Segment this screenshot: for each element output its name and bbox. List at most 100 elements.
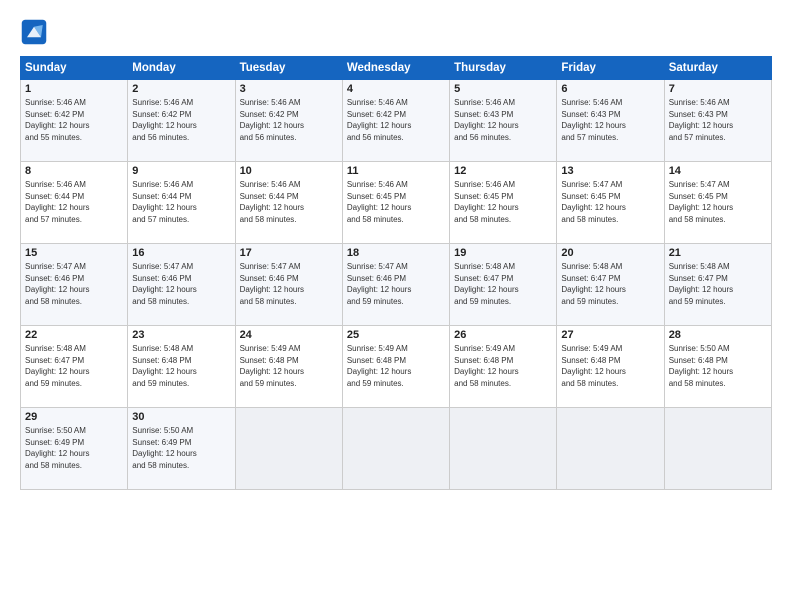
calendar-day-cell: 14 Sunrise: 5:47 AMSunset: 6:45 PMDayligh… [664,162,771,244]
calendar-body: 1 Sunrise: 5:46 AMSunset: 6:42 PMDaylight… [21,80,772,490]
day-number: 11 [347,165,445,177]
day-number: 23 [132,329,230,341]
day-info: Sunrise: 5:49 AMSunset: 6:48 PMDaylight:… [454,343,552,389]
calendar-day-cell: 23 Sunrise: 5:48 AMSunset: 6:48 PMDayligh… [128,326,235,408]
calendar-header-row: SundayMondayTuesdayWednesdayThursdayFrid… [21,57,772,80]
day-number: 16 [132,247,230,259]
day-number: 29 [25,411,123,423]
day-info: Sunrise: 5:48 AMSunset: 6:48 PMDaylight:… [132,343,230,389]
day-info: Sunrise: 5:50 AMSunset: 6:49 PMDaylight:… [25,425,123,471]
day-info: Sunrise: 5:46 AMSunset: 6:45 PMDaylight:… [347,179,445,225]
day-number: 25 [347,329,445,341]
day-info: Sunrise: 5:48 AMSunset: 6:47 PMDaylight:… [669,261,767,307]
day-number: 21 [669,247,767,259]
day-info: Sunrise: 5:46 AMSunset: 6:44 PMDaylight:… [240,179,338,225]
day-number: 7 [669,83,767,95]
day-info: Sunrise: 5:46 AMSunset: 6:44 PMDaylight:… [25,179,123,225]
calendar-day-cell: 1Sunrise: 5:46 AMSunset: 6:42 PMDaylight… [21,80,128,162]
day-info: Sunrise: 5:49 AMSunset: 6:48 PMDaylight:… [240,343,338,389]
calendar-day-cell [664,408,771,490]
calendar-week-row: 29 Sunrise: 5:50 AMSunset: 6:49 PMDayligh… [21,408,772,490]
day-info: Sunrise: 5:50 AMSunset: 6:49 PMDaylight:… [132,425,230,471]
calendar-week-row: 22 Sunrise: 5:48 AMSunset: 6:47 PMDayligh… [21,326,772,408]
day-info: Sunrise: 5:46 AMSunset: 6:42 PMDaylight:… [132,97,230,143]
day-number: 22 [25,329,123,341]
day-info: Sunrise: 5:46 AMSunset: 6:45 PMDaylight:… [454,179,552,225]
day-info: Sunrise: 5:47 AMSunset: 6:45 PMDaylight:… [669,179,767,225]
day-number: 26 [454,329,552,341]
calendar-day-cell: 3 Sunrise: 5:46 AMSunset: 6:42 PMDaylight… [235,80,342,162]
calendar-weekday: Monday [128,57,235,80]
calendar-day-cell [557,408,664,490]
logo-icon [20,18,48,46]
calendar-day-cell: 21 Sunrise: 5:48 AMSunset: 6:47 PMDayligh… [664,244,771,326]
calendar-table: SundayMondayTuesdayWednesdayThursdayFrid… [20,56,772,490]
calendar-day-cell: 29 Sunrise: 5:50 AMSunset: 6:49 PMDayligh… [21,408,128,490]
header [20,18,772,46]
calendar-day-cell: 28 Sunrise: 5:50 AMSunset: 6:48 PMDayligh… [664,326,771,408]
calendar-week-row: 1 Sunrise: 5:46 AMSunset: 6:42 PMDaylight… [21,80,772,162]
calendar-day-cell: 18Sunrise: 5:47 AMSunset: 6:46 PMDayligh… [342,244,449,326]
calendar-day-cell: 17Sunrise: 5:47 AMSunset: 6:46 PMDayligh… [235,244,342,326]
day-info: Sunrise: 5:47 AMSunset: 6:46 PMDaylight:… [25,261,123,307]
day-number: 24 [240,329,338,341]
day-number: 6 [561,83,659,95]
calendar-day-cell: 19Sunrise: 5:48 AMSunset: 6:47 PMDayligh… [450,244,557,326]
calendar-day-cell: 7 Sunrise: 5:46 AMSunset: 6:43 PMDaylight… [664,80,771,162]
calendar-weekday: Wednesday [342,57,449,80]
day-number: 4 [347,83,445,95]
day-info: Sunrise: 5:46 AMSunset: 6:43 PMDaylight:… [561,97,659,143]
day-info: Sunrise: 5:47 AMSunset: 6:46 PMDaylight:… [132,261,230,307]
day-number: 3 [240,83,338,95]
calendar-day-cell: 15Sunrise: 5:47 AMSunset: 6:46 PMDayligh… [21,244,128,326]
day-number: 28 [669,329,767,341]
calendar-weekday: Saturday [664,57,771,80]
calendar-day-cell [235,408,342,490]
calendar-day-cell: 20Sunrise: 5:48 AMSunset: 6:47 PMDayligh… [557,244,664,326]
calendar-day-cell: 6 Sunrise: 5:46 AMSunset: 6:43 PMDaylight… [557,80,664,162]
calendar-week-row: 15Sunrise: 5:47 AMSunset: 6:46 PMDayligh… [21,244,772,326]
day-number: 10 [240,165,338,177]
day-info: Sunrise: 5:49 AMSunset: 6:48 PMDaylight:… [561,343,659,389]
calendar-day-cell: 25 Sunrise: 5:49 AMSunset: 6:48 PMDayligh… [342,326,449,408]
calendar-day-cell: 24 Sunrise: 5:49 AMSunset: 6:48 PMDayligh… [235,326,342,408]
day-info: Sunrise: 5:48 AMSunset: 6:47 PMDaylight:… [25,343,123,389]
calendar-day-cell [450,408,557,490]
calendar-week-row: 8 Sunrise: 5:46 AMSunset: 6:44 PMDaylight… [21,162,772,244]
calendar-day-cell: 11 Sunrise: 5:46 AMSunset: 6:45 PMDayligh… [342,162,449,244]
day-info: Sunrise: 5:46 AMSunset: 6:43 PMDaylight:… [669,97,767,143]
day-number: 19 [454,247,552,259]
calendar-day-cell: 2 Sunrise: 5:46 AMSunset: 6:42 PMDaylight… [128,80,235,162]
day-number: 27 [561,329,659,341]
calendar-day-cell: 27 Sunrise: 5:49 AMSunset: 6:48 PMDayligh… [557,326,664,408]
calendar-weekday: Friday [557,57,664,80]
calendar-weekday: Thursday [450,57,557,80]
day-number: 12 [454,165,552,177]
day-number: 1 [25,83,123,95]
day-number: 30 [132,411,230,423]
day-number: 13 [561,165,659,177]
day-info: Sunrise: 5:46 AMSunset: 6:43 PMDaylight:… [454,97,552,143]
calendar-day-cell: 10 Sunrise: 5:46 AMSunset: 6:44 PMDayligh… [235,162,342,244]
page: SundayMondayTuesdayWednesdayThursdayFrid… [0,0,792,612]
day-number: 14 [669,165,767,177]
day-number: 2 [132,83,230,95]
day-info: Sunrise: 5:46 AMSunset: 6:42 PMDaylight:… [240,97,338,143]
calendar-day-cell: 26 Sunrise: 5:49 AMSunset: 6:48 PMDayligh… [450,326,557,408]
logo [20,18,52,46]
day-number: 9 [132,165,230,177]
calendar-day-cell [342,408,449,490]
calendar-day-cell: 5 Sunrise: 5:46 AMSunset: 6:43 PMDaylight… [450,80,557,162]
calendar-day-cell: 30 Sunrise: 5:50 AMSunset: 6:49 PMDayligh… [128,408,235,490]
day-number: 5 [454,83,552,95]
day-number: 8 [25,165,123,177]
day-info: Sunrise: 5:48 AMSunset: 6:47 PMDaylight:… [561,261,659,307]
calendar-day-cell: 12 Sunrise: 5:46 AMSunset: 6:45 PMDayligh… [450,162,557,244]
day-info: Sunrise: 5:49 AMSunset: 6:48 PMDaylight:… [347,343,445,389]
day-info: Sunrise: 5:50 AMSunset: 6:48 PMDaylight:… [669,343,767,389]
day-number: 17 [240,247,338,259]
calendar-day-cell: 9 Sunrise: 5:46 AMSunset: 6:44 PMDaylight… [128,162,235,244]
day-info: Sunrise: 5:46 AMSunset: 6:42 PMDaylight:… [347,97,445,143]
calendar-weekday: Sunday [21,57,128,80]
day-info: Sunrise: 5:46 AMSunset: 6:44 PMDaylight:… [132,179,230,225]
